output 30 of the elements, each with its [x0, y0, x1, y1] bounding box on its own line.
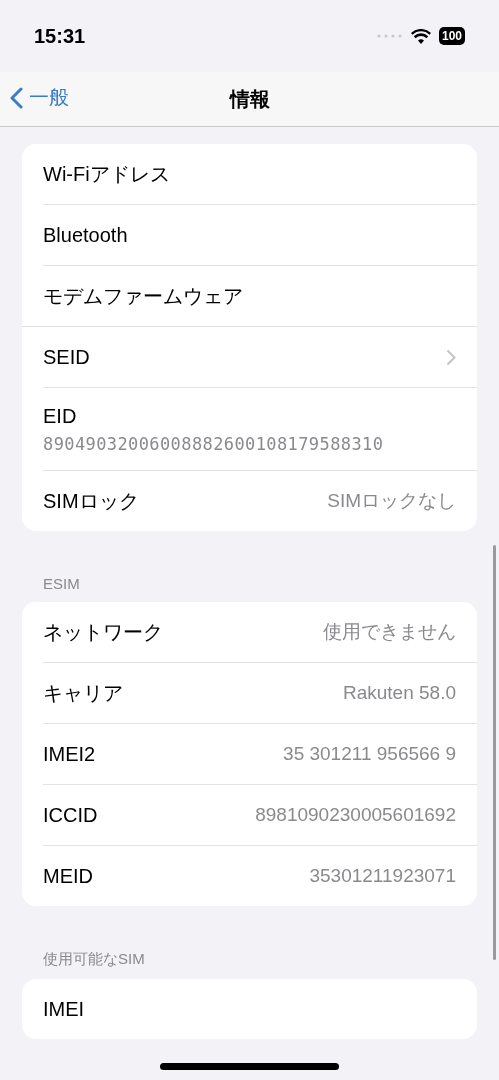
list-row[interactable]: SEID — [22, 326, 477, 387]
row-value: SIMロックなし — [327, 489, 456, 513]
row-label: ICCID — [43, 803, 98, 827]
wifi-icon — [410, 28, 431, 44]
row-value: 89049032006008882600108179588310 — [43, 433, 384, 454]
row-label: Wi-Fiアドレス — [43, 161, 170, 187]
status-time: 15:31 — [34, 24, 86, 48]
row-label: EID — [43, 404, 77, 428]
signal-icon — [376, 34, 403, 38]
chevron-icon — [446, 348, 456, 366]
row-label: ネットワーク — [43, 619, 163, 645]
back-chevron-icon — [10, 86, 23, 109]
row-value: 35 301211 956566 9 — [283, 743, 456, 765]
row-label: IMEI2 — [43, 742, 96, 766]
battery-indicator: 100 — [438, 27, 465, 45]
row-value: Rakuten 58.0 — [342, 682, 456, 704]
page-title: 情報 — [229, 86, 270, 112]
back-button[interactable]: 一般 — [10, 84, 69, 111]
row-label: キャリア — [43, 680, 123, 706]
row-value: 使用できません — [323, 620, 456, 644]
section-header: ESIM — [42, 574, 81, 594]
row-label: モデムファームウェア — [43, 283, 243, 309]
row-label: MEID — [43, 864, 93, 888]
row-value: 8981090230005601692 — [255, 804, 456, 826]
section-header: 使用可能なSIM — [42, 949, 146, 969]
row-value: 35301211923071 — [309, 865, 456, 887]
row-label: IMEI — [43, 997, 85, 1021]
row-label: SEID — [43, 345, 90, 369]
row-label: Bluetooth — [43, 223, 128, 247]
row-label: SIMロック — [43, 488, 139, 514]
